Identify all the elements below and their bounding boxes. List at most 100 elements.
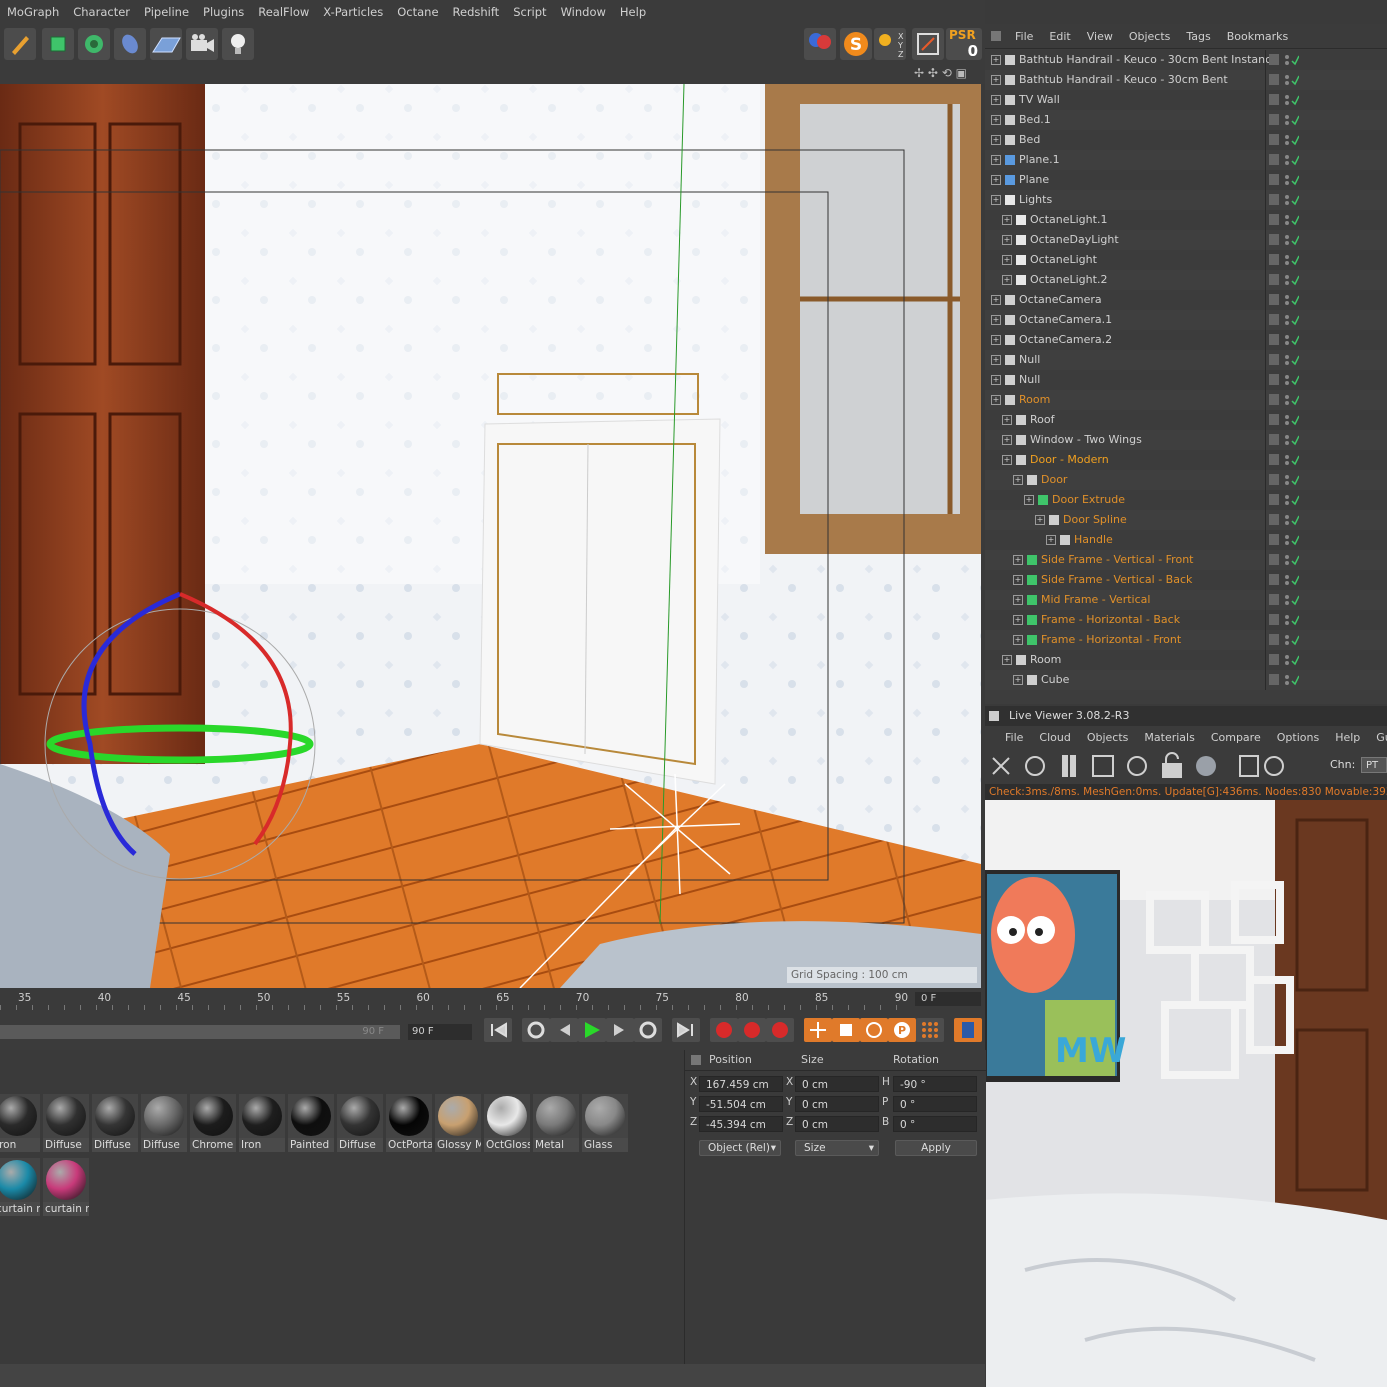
object-name[interactable]: Lights: [1019, 190, 1052, 210]
visibility-flags[interactable]: [1269, 633, 1300, 647]
object-row[interactable]: + TV Wall: [985, 90, 1387, 110]
material-swatch[interactable]: curtain n: [0, 1158, 40, 1216]
key-pla-icon[interactable]: [916, 1018, 944, 1042]
timeline-ruler[interactable]: 35 40 45 50 55 60 65 70 75 80 85 90 0 F: [0, 988, 985, 1010]
object-name[interactable]: OctaneLight.1: [1030, 210, 1107, 230]
end-frame-field[interactable]: 90 F: [408, 1024, 472, 1040]
object-row[interactable]: + Roof: [985, 410, 1387, 430]
light-icon[interactable]: [222, 28, 254, 60]
expand-toggle-icon[interactable]: +: [1013, 555, 1023, 565]
frame-range-slider[interactable]: 90 F: [0, 1025, 400, 1039]
material-swatch[interactable]: Chrome: [190, 1094, 236, 1152]
object-row[interactable]: + Frame - Horizontal - Back: [985, 610, 1387, 630]
visibility-flags[interactable]: [1269, 313, 1300, 327]
expand-toggle-icon[interactable]: +: [1002, 275, 1012, 285]
focus-pick-icon[interactable]: [1263, 754, 1287, 778]
generator-icon[interactable]: [78, 28, 110, 60]
menu-item-help[interactable]: Help: [613, 5, 653, 19]
visibility-flags[interactable]: [1269, 553, 1300, 567]
expand-toggle-icon[interactable]: +: [1002, 215, 1012, 225]
material-swatch[interactable]: Diffuse: [337, 1094, 383, 1152]
object-name[interactable]: OctaneCamera.2: [1019, 330, 1112, 350]
expand-toggle-icon[interactable]: +: [1002, 415, 1012, 425]
prev-frame-icon[interactable]: [550, 1018, 578, 1042]
object-row[interactable]: + Null: [985, 370, 1387, 390]
menu-item-octane[interactable]: Octane: [390, 5, 445, 19]
visibility-flags[interactable]: [1269, 613, 1300, 627]
cube-primitive-icon[interactable]: [42, 28, 74, 60]
expand-toggle-icon[interactable]: +: [1013, 475, 1023, 485]
om-menu-objects[interactable]: Objects: [1121, 30, 1179, 43]
expand-toggle-icon[interactable]: +: [991, 75, 1001, 85]
size-field[interactable]: 0 cm: [795, 1116, 879, 1132]
expand-toggle-icon[interactable]: +: [1002, 655, 1012, 665]
material-swatch[interactable]: OctGloss: [484, 1094, 530, 1152]
object-name[interactable]: Window - Two Wings: [1030, 430, 1142, 450]
visibility-flags[interactable]: [1269, 213, 1300, 227]
object-name[interactable]: Null: [1019, 350, 1040, 370]
lv-menu-file[interactable]: File: [997, 731, 1031, 744]
object-name[interactable]: Door Extrude: [1052, 490, 1125, 510]
key-param-icon[interactable]: [888, 1018, 916, 1042]
lv-menu-gui[interactable]: Gui: [1368, 731, 1387, 744]
apply-button[interactable]: Apply: [895, 1140, 977, 1156]
coordinate-mode-select[interactable]: Object (Rel) ▾: [699, 1140, 781, 1156]
object-name[interactable]: Null: [1019, 370, 1040, 390]
object-row[interactable]: + OctaneCamera.2: [985, 330, 1387, 350]
lv-menu-options[interactable]: Options: [1269, 731, 1327, 744]
expand-toggle-icon[interactable]: +: [991, 115, 1001, 125]
menu-item-plugins[interactable]: Plugins: [196, 5, 251, 19]
visibility-flags[interactable]: [1269, 253, 1300, 267]
key-scale-icon[interactable]: [832, 1018, 860, 1042]
object-row[interactable]: + Mid Frame - Vertical: [985, 590, 1387, 610]
object-row[interactable]: + Bathtub Handrail - Keuco - 30cm Bent In…: [985, 50, 1387, 70]
region-icon[interactable]: [1091, 754, 1115, 778]
reset-icon[interactable]: [989, 754, 1013, 778]
rotation-field[interactable]: 0 °: [893, 1116, 977, 1132]
expand-toggle-icon[interactable]: +: [1013, 595, 1023, 605]
visibility-flags[interactable]: [1269, 573, 1300, 587]
rotation-field[interactable]: -90 °: [893, 1076, 977, 1092]
visibility-flags[interactable]: [1269, 513, 1300, 527]
menu-item-character[interactable]: Character: [66, 5, 137, 19]
om-menu-file[interactable]: File: [1007, 30, 1041, 43]
material-swatch[interactable]: Glossy M: [435, 1094, 481, 1152]
menu-item-x-particles[interactable]: X-Particles: [316, 5, 390, 19]
visibility-flags[interactable]: [1269, 193, 1300, 207]
om-menu-view[interactable]: View: [1079, 30, 1121, 43]
material-swatch[interactable]: Iron: [239, 1094, 285, 1152]
pick-icon[interactable]: [1237, 754, 1261, 778]
record-icon[interactable]: [710, 1018, 738, 1042]
floor-icon[interactable]: [150, 28, 182, 60]
object-name[interactable]: OctaneLight.2: [1030, 270, 1107, 290]
next-key-icon[interactable]: [634, 1018, 662, 1042]
visibility-flags[interactable]: [1269, 293, 1300, 307]
visibility-flags[interactable]: [1269, 173, 1300, 187]
expand-toggle-icon[interactable]: +: [991, 95, 1001, 105]
autokey-icon[interactable]: [738, 1018, 766, 1042]
play-icon[interactable]: [578, 1018, 606, 1042]
visibility-flags[interactable]: [1269, 653, 1300, 667]
object-row[interactable]: + OctaneDayLight: [985, 230, 1387, 250]
expand-toggle-icon[interactable]: +: [1002, 455, 1012, 465]
material-ball-icon[interactable]: [1194, 754, 1218, 778]
menu-item-redshift[interactable]: Redshift: [446, 5, 507, 19]
object-row[interactable]: + Side Frame - Vertical - Front: [985, 550, 1387, 570]
object-row[interactable]: + Window - Two Wings: [985, 430, 1387, 450]
object-row[interactable]: + Cube: [985, 670, 1387, 690]
expand-toggle-icon[interactable]: +: [1002, 235, 1012, 245]
object-name[interactable]: Handle: [1074, 530, 1113, 550]
prev-key-icon[interactable]: [522, 1018, 550, 1042]
xyz-coordinate-icon[interactable]: XYZ: [874, 28, 906, 60]
object-row[interactable]: + Bed: [985, 130, 1387, 150]
material-swatch[interactable]: curtain n: [43, 1158, 89, 1216]
object-name[interactable]: Bed.1: [1019, 110, 1051, 130]
object-name[interactable]: Door Spline: [1063, 510, 1127, 530]
object-name[interactable]: Mid Frame - Vertical: [1041, 590, 1150, 610]
deformer-icon[interactable]: [114, 28, 146, 60]
object-name[interactable]: Bed: [1019, 130, 1040, 150]
expand-toggle-icon[interactable]: +: [991, 295, 1001, 305]
material-swatch[interactable]: Diffuse: [141, 1094, 187, 1152]
expand-toggle-icon[interactable]: +: [1024, 495, 1034, 505]
expand-toggle-icon[interactable]: +: [991, 335, 1001, 345]
